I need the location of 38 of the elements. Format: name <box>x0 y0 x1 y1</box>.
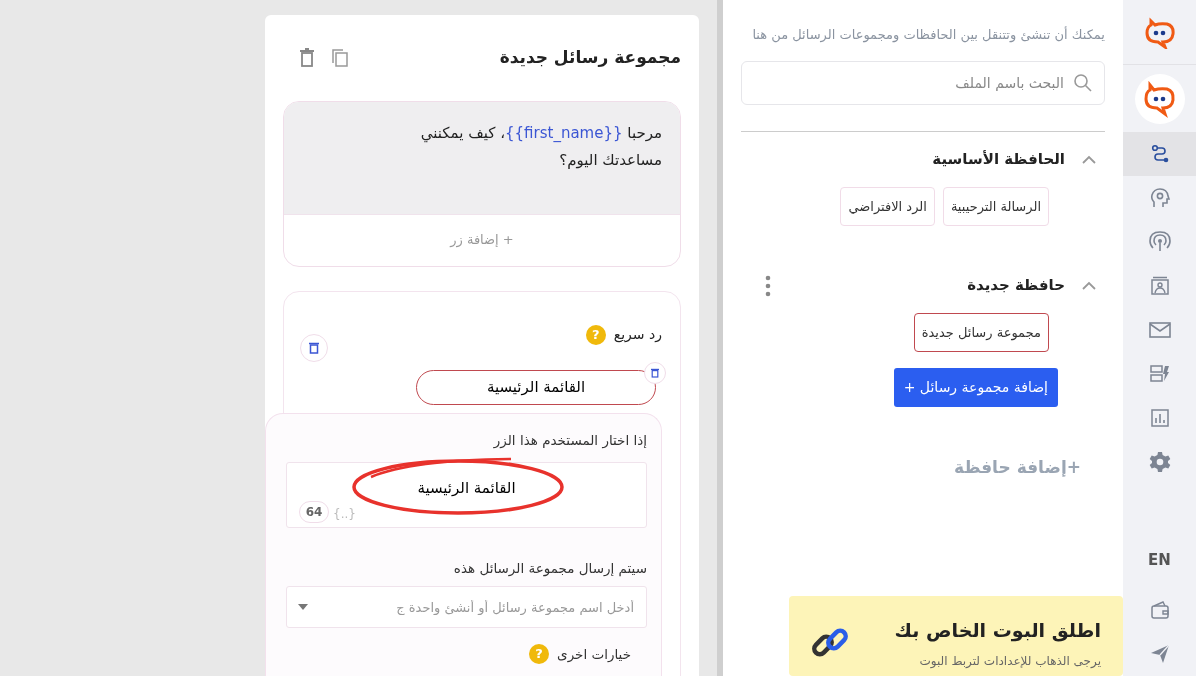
widgets-icon <box>1149 364 1170 384</box>
contact-card-icon <box>1149 276 1170 296</box>
broadcast-icon <box>1148 231 1171 253</box>
delete-icon[interactable] <box>300 333 328 362</box>
sidebar-item[interactable] <box>1123 132 1196 176</box>
head-gear-icon <box>1148 187 1171 209</box>
send-icon <box>1149 644 1170 664</box>
trash-icon[interactable] <box>299 47 315 68</box>
more-options-label[interactable]: خيارات اخرى <box>557 644 631 665</box>
collapse-chevron-icon[interactable] <box>1081 280 1097 291</box>
quick-reply-title: رد سريع <box>613 325 662 345</box>
flow-icon <box>1149 144 1170 164</box>
banner-title: اطلق البوت الخاص بك <box>893 617 1101 644</box>
add-message-group-button[interactable]: إضافة مجموعة رسائل + <box>893 368 1058 408</box>
message-group-chip[interactable]: الرد الافتراضي <box>840 186 935 227</box>
more-options-icon[interactable] <box>765 274 771 297</box>
field-label: سيتم إرسال مجموعة الرسائل هذه <box>452 558 647 578</box>
message-group-chip[interactable]: مجموعة رسائل جديدة <box>913 312 1049 353</box>
folder-title[interactable]: الحافظة الأساسية <box>932 148 1065 171</box>
mail-icon <box>1148 321 1171 339</box>
chart-icon <box>1149 408 1170 428</box>
banner-text: يرجى الذهاب للإعدادات لتربط البوت <box>918 653 1101 670</box>
copy-icon[interactable] <box>331 47 349 68</box>
language-toggle[interactable]: EN <box>1142 547 1177 572</box>
logo-icon <box>1134 73 1185 124</box>
search-field[interactable]: البحث باسم الملف <box>741 61 1105 106</box>
search-icon <box>1073 73 1093 94</box>
field-label: إذا اختار المستخدم هذا الزر <box>492 430 647 450</box>
intro-text: يمكنك أن تنشئ وتتنقل بين الحافظات ومجموعات الرسائل من هنا <box>751 25 1105 45</box>
editor-title: مجموعة رسائل جديدة <box>499 46 681 69</box>
delete-icon[interactable] <box>644 361 666 384</box>
caret-icon <box>298 604 308 610</box>
collapse-chevron-icon[interactable] <box>1081 154 1097 165</box>
wallet-icon <box>1149 600 1170 620</box>
folder-title[interactable]: حافظة جديدة <box>967 274 1065 297</box>
quick-reply-chip[interactable]: القائمة الرئيسية <box>416 369 656 405</box>
settings-icon <box>1148 451 1171 473</box>
message-group-chip[interactable]: الرسالة الترحيبية <box>942 186 1049 227</box>
